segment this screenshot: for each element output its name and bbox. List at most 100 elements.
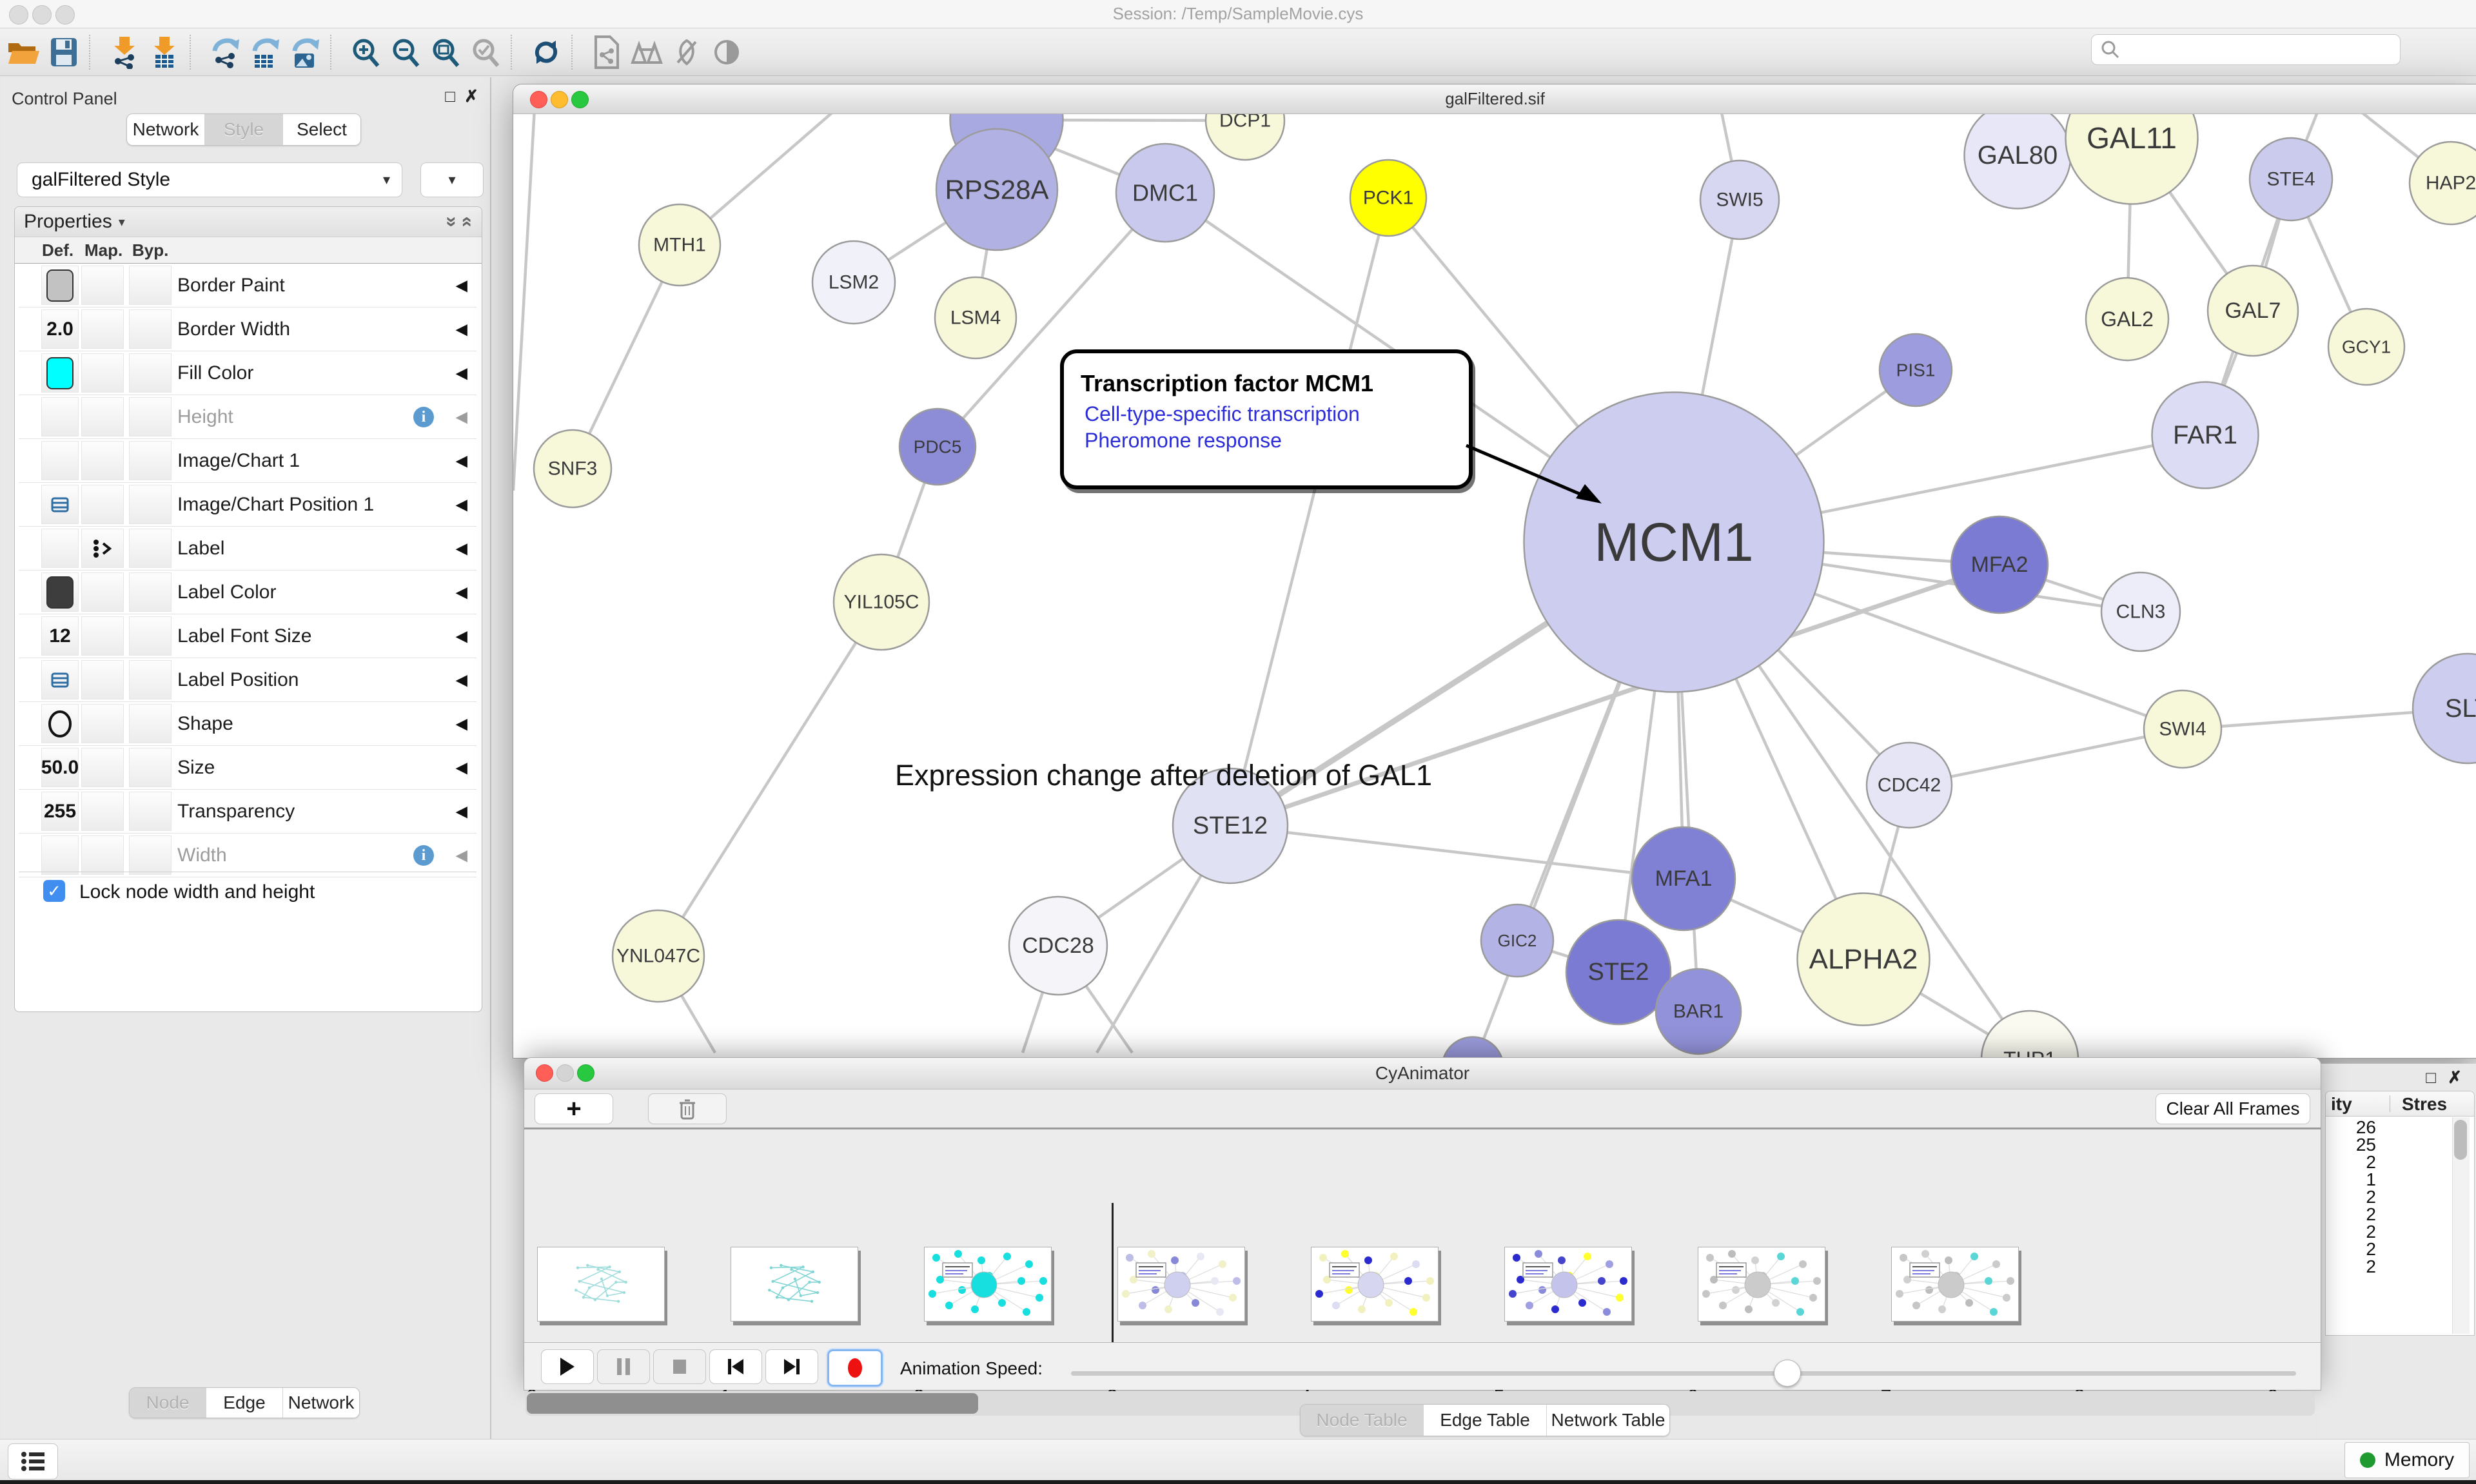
mapping-cell[interactable]	[81, 616, 124, 656]
expand-property-icon[interactable]: ◀	[456, 407, 467, 426]
binoculars-button[interactable]	[627, 33, 667, 72]
network-node-lsm2[interactable]: LSM2	[812, 241, 895, 324]
mapping-cell[interactable]	[81, 792, 124, 831]
default-value-cell[interactable]	[41, 397, 79, 436]
network-file-button[interactable]	[587, 33, 627, 72]
expand-property-icon[interactable]: ◀	[456, 846, 467, 864]
default-value-cell[interactable]	[41, 529, 79, 568]
default-value-cell[interactable]	[41, 353, 79, 393]
tab-node[interactable]: Node	[130, 1388, 206, 1418]
network-node-gal7[interactable]: GAL7	[2208, 266, 2298, 356]
network-node-rps28a[interactable]: RPS28A	[936, 129, 1057, 250]
property-row-label-position[interactable]: Label Position◀	[19, 658, 477, 702]
search-input[interactable]	[2125, 39, 2400, 61]
tab-network[interactable]: Network	[127, 114, 205, 145]
network-window-titlebar[interactable]: galFiltered.sif	[513, 84, 2476, 114]
property-row-shape[interactable]: Shape◀	[19, 702, 477, 746]
network-node-hap2[interactable]: HAP2	[2410, 142, 2476, 224]
delete-frame-button[interactable]	[648, 1093, 727, 1124]
network-node-gal80[interactable]: GAL80	[1965, 114, 2071, 209]
table-row[interactable]: 2	[2326, 1204, 2452, 1222]
close-panel-icon[interactable]: ✗	[464, 86, 478, 106]
network-node-swi4[interactable]: SWI4	[2144, 690, 2221, 768]
expand-property-icon[interactable]: ◀	[456, 583, 467, 601]
play-button[interactable]	[541, 1349, 594, 1384]
column-header[interactable]: Stres	[2402, 1094, 2447, 1115]
network-node-mth1[interactable]: MTH1	[639, 204, 720, 286]
property-row-label-color[interactable]: Label Color◀	[19, 571, 477, 614]
show-button[interactable]	[707, 33, 747, 72]
default-value-cell[interactable]	[41, 660, 79, 699]
close-icon[interactable]	[536, 1064, 553, 1082]
property-row-border-width[interactable]: 2.0Border Width◀	[19, 308, 477, 351]
memory-button[interactable]: Memory	[2344, 1442, 2470, 1478]
network-node-cln3[interactable]: CLN3	[2101, 572, 2180, 651]
zoom-selected-button[interactable]	[466, 33, 506, 72]
info-icon[interactable]: i	[413, 407, 434, 427]
mapping-cell[interactable]	[81, 704, 124, 743]
default-value-cell[interactable]	[41, 485, 79, 524]
float-panel-icon[interactable]: □	[445, 86, 455, 106]
network-node-mfa1[interactable]: MFA1	[1632, 827, 1735, 930]
expand-property-icon[interactable]: ◀	[456, 802, 467, 821]
property-row-image-chart-1[interactable]: Image/Chart 1◀	[19, 439, 477, 483]
network-node-dmc1[interactable]: DMC1	[1116, 144, 1214, 242]
hide-button[interactable]	[667, 33, 707, 72]
mapping-cell[interactable]	[81, 660, 124, 699]
expand-property-icon[interactable]: ◀	[456, 714, 467, 733]
expand-property-icon[interactable]: ◀	[456, 539, 467, 558]
mapping-cell[interactable]	[81, 835, 124, 875]
bypass-cell[interactable]	[129, 266, 172, 305]
default-value-cell[interactable]: 50.0	[41, 748, 79, 787]
frame-thumbnail-2[interactable]	[924, 1247, 1052, 1322]
frame-thumbnail-3[interactable]	[1117, 1247, 1245, 1322]
bypass-cell[interactable]	[129, 485, 172, 524]
cyanimator-titlebar[interactable]: CyAnimator	[524, 1058, 2321, 1089]
expand-property-icon[interactable]: ◀	[456, 495, 467, 514]
property-row-label-font-size[interactable]: 12Label Font Size◀	[19, 614, 477, 658]
close-icon[interactable]	[530, 91, 547, 108]
expand-property-icon[interactable]: ◀	[456, 276, 467, 295]
property-row-border-paint[interactable]: Border Paint◀	[19, 264, 477, 308]
tab-select[interactable]: Select	[283, 114, 360, 145]
tab-style[interactable]: Style	[205, 114, 283, 145]
table-row[interactable]: 25	[2326, 1135, 2452, 1152]
bypass-cell[interactable]	[129, 309, 172, 349]
network-node-far1[interactable]: FAR1	[2152, 382, 2259, 489]
step-forward-button[interactable]	[765, 1349, 818, 1384]
table-row[interactable]: 2	[2326, 1239, 2452, 1256]
zoom-fit-button[interactable]	[426, 33, 466, 72]
mapping-cell[interactable]	[81, 441, 124, 480]
save-button[interactable]	[44, 33, 84, 72]
tab-node-table[interactable]: Node Table	[1301, 1405, 1424, 1436]
open-folder-button[interactable]	[4, 33, 44, 72]
bypass-cell[interactable]	[129, 748, 172, 787]
lock-checkbox[interactable]: ✓	[43, 880, 65, 902]
record-button[interactable]	[827, 1349, 883, 1387]
export-network-button[interactable]	[205, 33, 245, 72]
bypass-cell[interactable]	[129, 792, 172, 831]
maximize-window-icon[interactable]	[55, 5, 75, 24]
default-value-cell[interactable]	[41, 835, 79, 875]
bypass-cell[interactable]	[129, 353, 172, 393]
network-node-bar1[interactable]: BAR1	[1656, 969, 1741, 1054]
bypass-cell[interactable]	[129, 704, 172, 743]
network-node-unlabeled[interactable]	[1442, 1037, 1504, 1058]
network-node-pck1[interactable]: PCK1	[1350, 160, 1426, 236]
style-options-button[interactable]: ▾	[420, 162, 484, 197]
bypass-cell[interactable]	[129, 529, 172, 568]
network-node-cdc28[interactable]: CDC28	[1009, 897, 1107, 995]
network-canvas[interactable]: DCP1RPS28ADMC1PCK1MTH1LSM2LSM4SWI5GAL80G…	[513, 114, 2476, 1057]
network-node-alpha2[interactable]: ALPHA2	[1798, 893, 1930, 1026]
table-row[interactable]: 2	[2326, 1222, 2452, 1239]
default-value-cell[interactable]: 255	[41, 792, 79, 831]
network-node-ste2[interactable]: STE2	[1566, 920, 1671, 1024]
minimize-window-icon[interactable]	[32, 5, 52, 24]
export-image-button[interactable]	[285, 33, 325, 72]
mapping-cell[interactable]	[81, 748, 124, 787]
network-node-gal11[interactable]: GAL11	[2066, 114, 2198, 204]
task-history-button[interactable]	[8, 1443, 58, 1479]
minimize-icon[interactable]	[556, 1064, 574, 1082]
bypass-cell[interactable]	[129, 441, 172, 480]
tab-edge[interactable]: Edge	[206, 1388, 283, 1418]
